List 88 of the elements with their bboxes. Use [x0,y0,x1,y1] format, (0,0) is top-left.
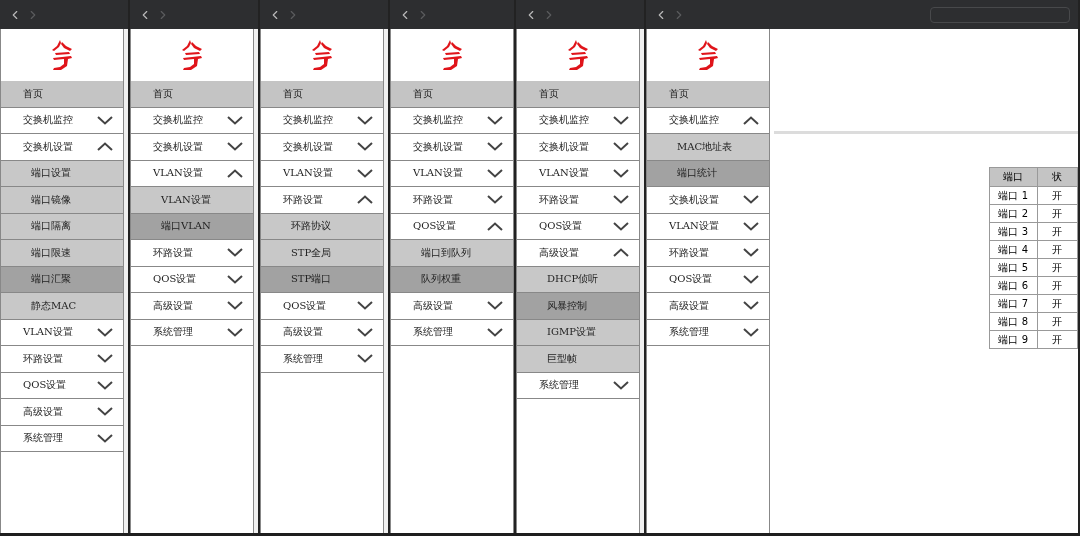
nav-group-label: QOS设置 [23,378,67,393]
nav-group-label: QOS设置 [283,298,327,313]
nav-group-label: VLAN设置 [23,325,73,340]
nav-group-label: 交换机设置 [413,139,463,154]
nav-group-label: 系统管理 [539,378,579,393]
nav-subitem[interactable]: STP端口 [261,266,383,293]
table-cell: 开 [1037,330,1078,349]
nav-group-label: 系统管理 [153,325,193,340]
nav-subitem[interactable]: MAC地址表 [647,134,769,161]
nav-item[interactable]: 首页 [391,81,513,108]
nav-subitem[interactable]: 巨型帧 [517,346,639,373]
nav-group-label: VLAN设置 [153,166,203,181]
table-cell: 端口 5 [989,258,1037,277]
nav-subitem[interactable]: 风暴控制 [517,293,639,320]
table-cell: 端口 8 [989,312,1037,331]
nav-subitem[interactable]: DHCP侦听 [517,266,639,293]
nav-group-label: QOS设置 [153,272,197,287]
nav-subitem[interactable]: IGMP设置 [517,319,639,346]
address-field[interactable] [930,6,1070,23]
nav-item[interactable]: 首页 [1,81,123,108]
nav-subitem[interactable]: 端口隔离 [1,213,123,240]
nav-subitem[interactable]: 端口设置 [1,160,123,187]
nav-subitem[interactable]: 环路协议 [261,213,383,240]
nav-group-label: 高级设置 [539,245,579,260]
table-cell: 端口 4 [989,240,1037,259]
table-cell: 开 [1037,294,1078,313]
nav-item[interactable]: 首页 [261,81,383,108]
nav-group-label: 环路设置 [153,245,193,260]
table-cell: 开 [1037,312,1078,331]
table-cell: 端口 1 [989,186,1037,205]
nav-group-label: 环路设置 [669,245,709,260]
nav-subitem[interactable]: VLAN设置 [131,187,253,214]
nav-group-label: 交换机设置 [23,139,73,154]
nav-subitem[interactable]: 队列权重 [391,266,513,293]
nav-group-label: VLAN设置 [413,166,463,181]
nav-group-label: 系统管理 [283,351,323,366]
nav-subitem[interactable]: 端口汇聚 [1,266,123,293]
nav-group-label: VLAN设置 [283,166,333,181]
nav-item[interactable]: 首页 [647,81,769,108]
nav-subitem[interactable]: 端口限速 [1,240,123,267]
nav-group-label: VLAN设置 [669,219,719,234]
nav-group-label: 交换机监控 [539,113,589,128]
nav-subitem[interactable]: 静态MAC [1,293,123,320]
table-cell: 端口 7 [989,294,1037,313]
nav-group-label: QOS设置 [413,219,457,234]
nav-subitem[interactable]: 端口统计 [647,160,769,187]
column-header: 状 [1037,167,1078,187]
table-cell: 开 [1037,186,1078,205]
nav-group-label: 高级设置 [23,404,63,419]
nav-group-label: 高级设置 [669,298,709,313]
nav-group-label: 环路设置 [413,192,453,207]
nav-group-label: 交换机设置 [669,192,719,207]
nav-subitem[interactable]: STP全局 [261,240,383,267]
nav-group-label: 交换机设置 [539,139,589,154]
nav-subitem[interactable]: 端口镜像 [1,187,123,214]
nav-group-label: 交换机监控 [283,113,333,128]
nav-group-label: 环路设置 [539,192,579,207]
table-cell: 开 [1037,276,1078,295]
nav-subitem[interactable]: 端口到队列 [391,240,513,267]
nav-group-label: 高级设置 [413,298,453,313]
nav-group-label: 交换机监控 [669,113,719,128]
table-cell: 端口 2 [989,204,1037,223]
table-cell: 开 [1037,204,1078,223]
table-cell: 开 [1037,240,1078,259]
nav-group-label: 系统管理 [413,325,453,340]
column-header: 端口 [989,167,1037,187]
nav-group-label: 交换机监控 [23,113,73,128]
nav-group-label: 交换机设置 [283,139,333,154]
nav-group-label: 系统管理 [23,431,63,446]
nav-subitem[interactable]: 端口VLAN [131,213,253,240]
nav-group-label: 交换机监控 [413,113,463,128]
table-cell: 端口 6 [989,276,1037,295]
nav-group-label: QOS设置 [669,272,713,287]
nav-group-label: 系统管理 [669,325,709,340]
table-cell: 开 [1037,258,1078,277]
nav-group-label: 交换机设置 [153,139,203,154]
nav-group-label: 环路设置 [23,351,63,366]
nav-group-label: 高级设置 [283,325,323,340]
table-cell: 开 [1037,222,1078,241]
nav-group-label: 交换机监控 [153,113,203,128]
nav-item[interactable]: 首页 [517,81,639,108]
nav-group-label: 高级设置 [153,298,193,313]
nav-item[interactable]: 首页 [131,81,253,108]
nav-group-label: QOS设置 [539,219,583,234]
table-cell: 端口 3 [989,222,1037,241]
table-cell: 端口 9 [989,330,1037,349]
nav-group-label: 环路设置 [283,192,323,207]
nav-group-label: VLAN设置 [539,166,589,181]
